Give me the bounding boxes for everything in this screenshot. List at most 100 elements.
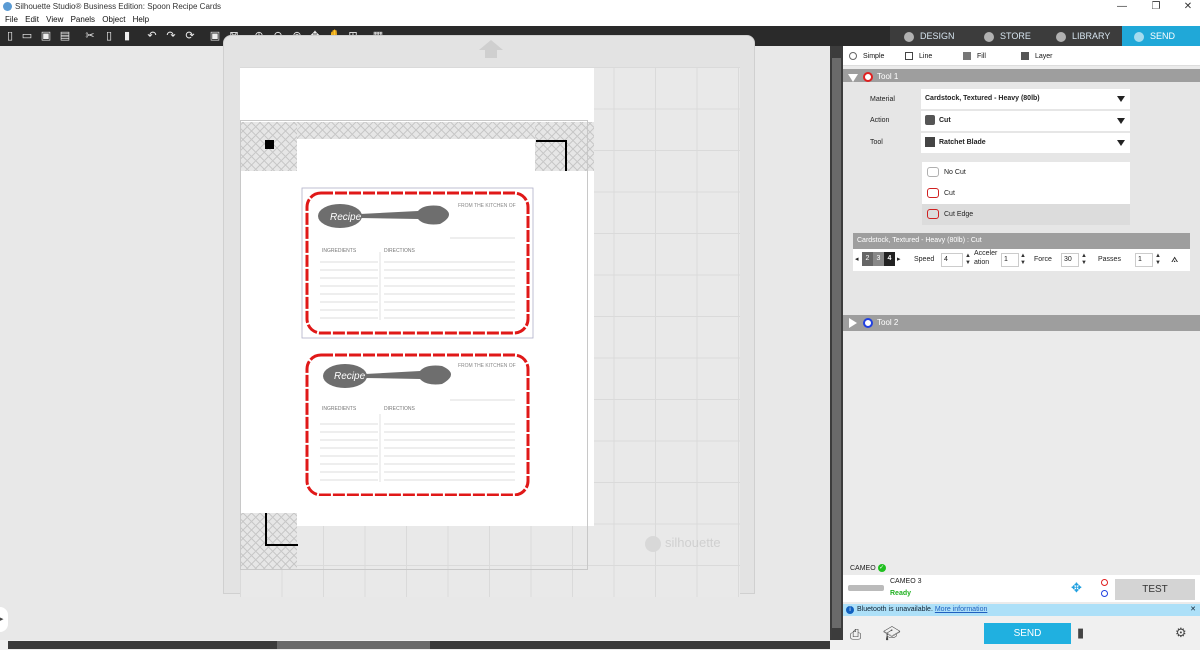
speed-spinner[interactable]: ▲ ▼ [965,253,971,267]
close-button[interactable]: ✕ [1178,0,1198,14]
cut-icon[interactable]: ✂ [84,30,96,42]
blade-depth-3[interactable]: 3 [873,252,884,266]
tutorial-icon[interactable]: 🎓︎ [883,625,901,642]
speed-label: Speed [914,256,935,263]
print-icon[interactable]: ▤ [59,30,71,42]
acceleration-spinner[interactable]: ▲ ▼ [1020,253,1026,267]
blade-prev-arrow[interactable]: ◂ [855,255,859,263]
action-select[interactable]: Cut [921,111,1130,131]
tool2-header[interactable]: Tool 2 [843,315,1200,331]
advanced-settings-icon[interactable]: ⟑ [1171,251,1178,266]
blade-next-arrow[interactable]: ▸ [897,255,901,263]
passes-input[interactable]: 1 [1135,253,1153,267]
move-cutter-icon[interactable]: ✥ [1071,580,1082,596]
minimize-button[interactable]: — [1112,0,1132,14]
mode-simple[interactable]: Simple [849,52,884,60]
device-header: CAMEO ✓ [850,564,886,573]
tab-store[interactable]: STORE [982,26,1042,46]
more-information-link[interactable]: More information [935,606,988,613]
force-spinner[interactable]: ▲ ▼ [1081,253,1087,267]
card2-directions-label: DIRECTIONS [384,406,416,412]
send-to-printer-icon[interactable]: ⎙ [850,626,861,643]
mode-line[interactable]: Line [905,52,932,60]
ratchet-blade-icon [925,137,935,148]
line-mode-icon [905,52,913,60]
material-label: Material [870,96,895,103]
menu-help[interactable]: Help [133,14,149,26]
menu-panels[interactable]: Panels [71,14,95,26]
mode-fill[interactable]: Fill [963,52,986,60]
tool2-label: Tool 2 [877,318,899,327]
no-cut-icon [927,167,939,177]
open-icon[interactable]: ▭ [21,30,33,42]
app-logo-icon [3,2,12,11]
cut-option-cut-edge[interactable]: Cut Edge [922,204,1130,225]
recipe-card-1 [301,187,534,339]
cut-option-cut[interactable]: Cut [922,183,1130,204]
tool2-indicator-icon [1101,590,1108,597]
tab-send[interactable]: SEND [1122,26,1200,46]
menu-edit[interactable]: Edit [25,14,39,26]
design-icon [904,31,914,42]
material-select[interactable]: Cardstock, Textured - Heavy (80lb) [921,89,1130,109]
menu-file[interactable]: File [5,14,18,26]
test-button[interactable]: TEST [1115,579,1195,600]
card2-ingredients-label: INGREDIENTS [322,406,357,412]
save-icon[interactable]: ▣ [40,30,52,42]
info-icon: i [846,606,854,614]
menu-object[interactable]: Object [102,14,125,26]
acceleration-label-2: ation [974,259,990,266]
layer-mode-icon [1021,52,1029,60]
card1-ingredients-label: INGREDIENTS [322,248,357,254]
passes-label: Passes [1098,256,1121,263]
vertical-scrollbar[interactable] [830,46,843,640]
blade-depth-4[interactable]: 4 [884,252,895,266]
send-button[interactable]: SEND [984,623,1071,644]
tool2-ring-icon [863,318,873,328]
redo-icon[interactable]: ↷ [165,30,177,42]
cut-edge-icon [927,209,939,219]
tool-label: Tool [870,139,883,146]
trash-icon[interactable]: ▮ [1077,625,1084,641]
card1-from-kitchen: FROM THE KITCHEN OF [458,203,516,209]
new-icon[interactable]: ▯ [4,30,16,42]
card1-directions-label: DIRECTIONS [384,248,416,254]
cut-icon [927,188,939,198]
title-bar: Silhouette Studio® Business Edition: Spo… [0,0,1200,14]
copy-icon[interactable]: ▯ [103,30,115,42]
tab-library[interactable]: LIBRARY [1054,26,1124,46]
restore-button[interactable]: ❐ [1146,0,1166,14]
acceleration-label-1: Acceler [974,250,998,257]
notice-close-button[interactable]: ✕ [1190,604,1196,616]
mode-layer[interactable]: Layer [1021,52,1053,60]
recipe-cards-svg: Recipe FROM THE KITCHEN OF INGREDIENTS D… [301,187,534,496]
dropdown-arrow-icon [1117,118,1125,124]
undo-icon[interactable]: ↶ [146,30,158,42]
collapse-icon [848,74,858,82]
blade-action-icon [925,115,935,126]
horizontal-scroll-thumb[interactable] [277,641,430,649]
action-label: Action [870,117,890,124]
dropdown-arrow-icon [1117,140,1125,146]
silhouette-watermark: silhouette [645,535,721,552]
acceleration-input[interactable]: 1 [1001,253,1019,267]
cut-option-no-cut[interactable]: No Cut [922,162,1130,183]
blade-depth-2[interactable]: 2 [862,252,873,266]
menu-view[interactable]: View [46,14,63,26]
settings-gear-icon[interactable]: ⚙ [1175,625,1187,641]
group-icon[interactable]: ▣ [209,30,221,42]
tool1-body: Material Cardstock, Textured - Heavy (80… [843,82,1200,315]
library-icon [1056,31,1066,42]
refresh-icon[interactable]: ⟳ [184,30,196,42]
force-input[interactable]: 30 [1061,253,1079,267]
speed-input[interactable]: 4 [941,253,963,267]
vertical-scroll-thumb[interactable] [832,58,841,628]
tool-select[interactable]: Ratchet Blade [921,133,1130,153]
tab-design[interactable]: DESIGN [900,26,970,46]
cut-settings-row: ◂ 2 3 4 ▸ Speed 4 ▲ ▼ Acceler ation 1 ▲ ▼ … [853,249,1190,271]
horizontal-scrollbar[interactable] [0,640,840,650]
passes-spinner[interactable]: ▲ ▼ [1155,253,1161,267]
connected-check-icon: ✓ [877,564,886,573]
paste-icon[interactable]: ▮ [121,30,133,42]
device-name: CAMEO 3 [890,578,922,585]
